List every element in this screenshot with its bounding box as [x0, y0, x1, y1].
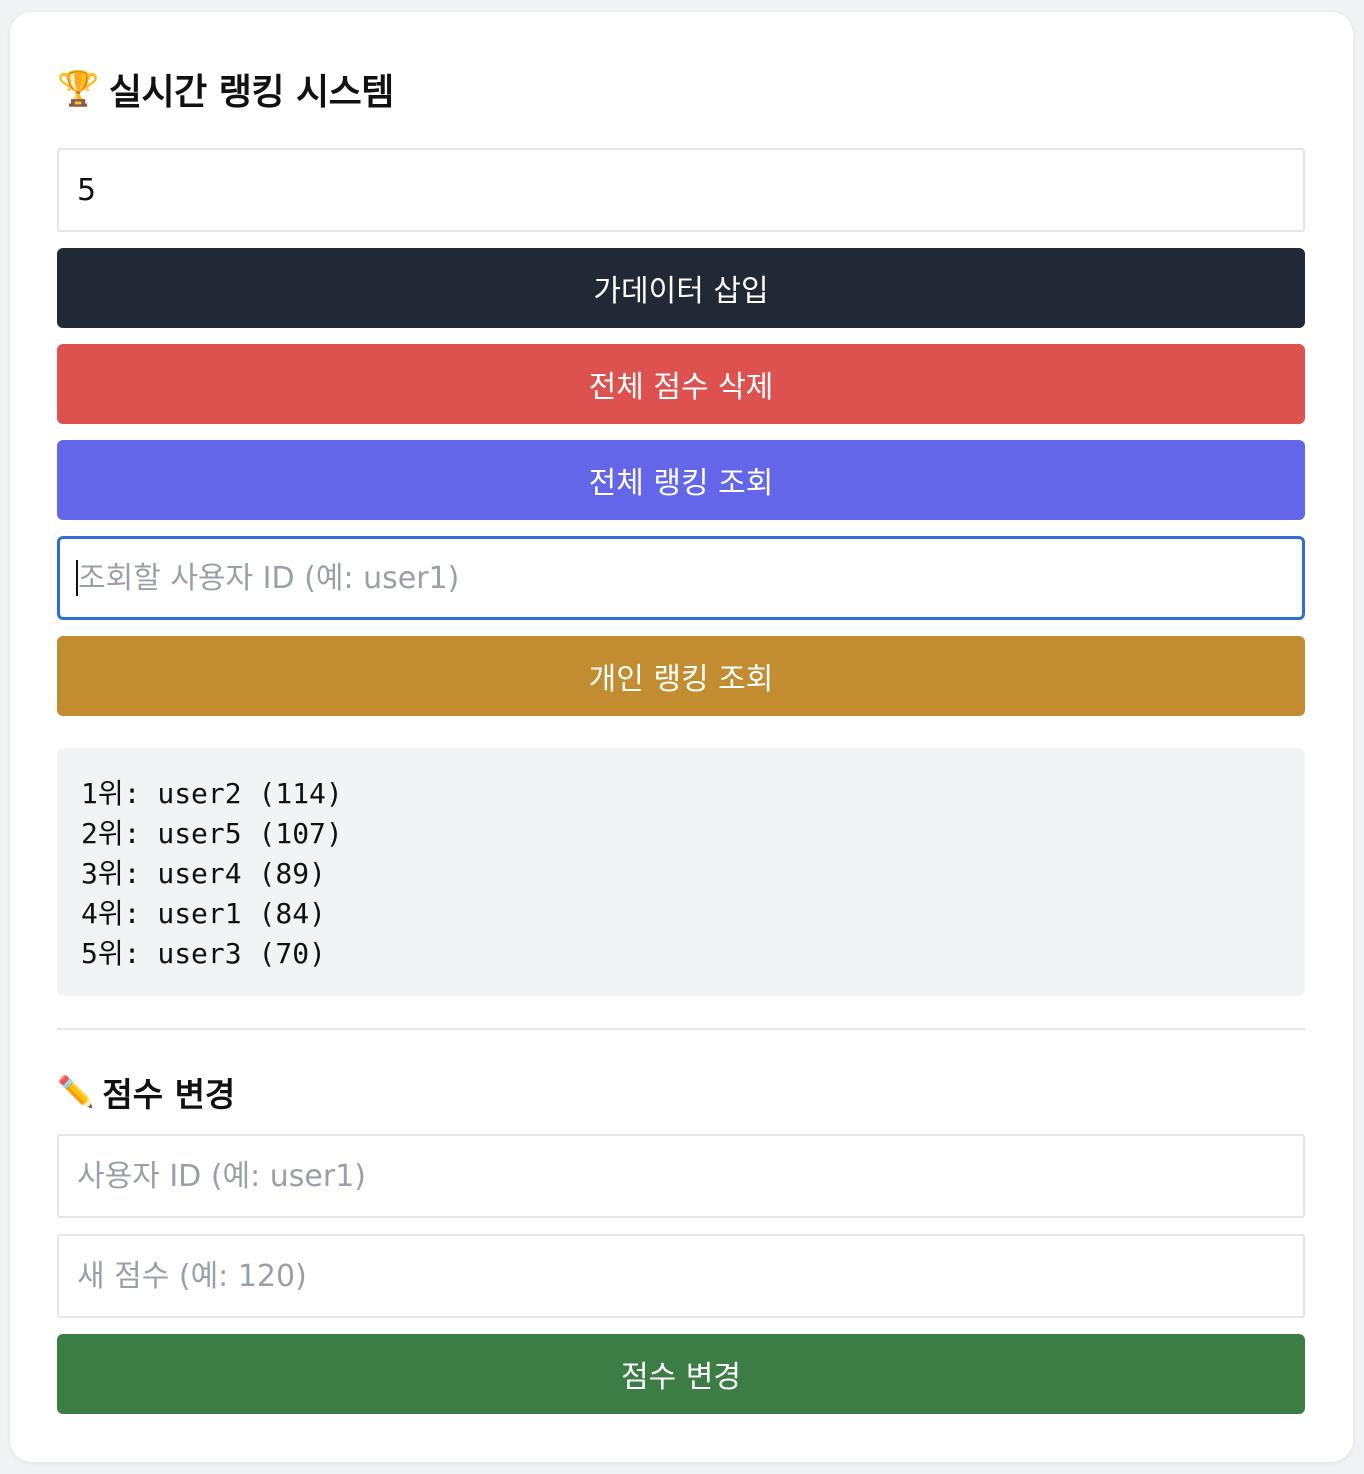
change-score-button[interactable]: 점수 변경: [57, 1334, 1305, 1414]
update-section-title: ✏️ 점수 변경: [57, 1067, 235, 1117]
page-title: 🏆 실시간 랭킹 시스템: [57, 64, 394, 114]
ranking-result-box: 1위: user2 (114) 2위: user5 (107) 3위: user…: [57, 748, 1305, 996]
update-user-field[interactable]: [57, 1134, 1305, 1218]
update-user-input[interactable]: [77, 1158, 1303, 1194]
update-section-title-text: 점수 변경: [102, 1075, 236, 1114]
trophy-icon: 🏆: [57, 69, 99, 109]
lookup-field[interactable]: [57, 536, 1305, 620]
pencil-icon: ✏️: [57, 1074, 95, 1110]
ranking-line: 2위: user5 (107): [81, 817, 343, 850]
ranking-line: 3위: user4 (89): [81, 857, 326, 890]
insert-dummy-button[interactable]: 가데이터 삽입: [57, 248, 1305, 328]
count-input[interactable]: [77, 172, 1303, 208]
page-title-text: 실시간 랭킹 시스템: [108, 72, 395, 113]
view-all-ranking-button[interactable]: 전체 랭킹 조회: [57, 440, 1305, 520]
ranking-line: 4위: user1 (84): [81, 897, 326, 930]
count-field[interactable]: [57, 148, 1305, 232]
ranking-line: 1위: user2 (114): [81, 777, 343, 810]
view-user-ranking-button[interactable]: 개인 랭킹 조회: [57, 636, 1305, 716]
ranking-line: 5위: user3 (70): [81, 937, 326, 970]
update-score-field[interactable]: [57, 1234, 1305, 1318]
update-score-input[interactable]: [77, 1258, 1303, 1294]
ranking-card: 🏆 실시간 랭킹 시스템 가데이터 삽입 전체 점수 삭제 전체 랭킹 조회 개…: [10, 12, 1353, 1462]
delete-all-button[interactable]: 전체 점수 삭제: [57, 344, 1305, 424]
section-divider: [57, 1028, 1305, 1030]
lookup-user-input[interactable]: [78, 560, 1302, 596]
